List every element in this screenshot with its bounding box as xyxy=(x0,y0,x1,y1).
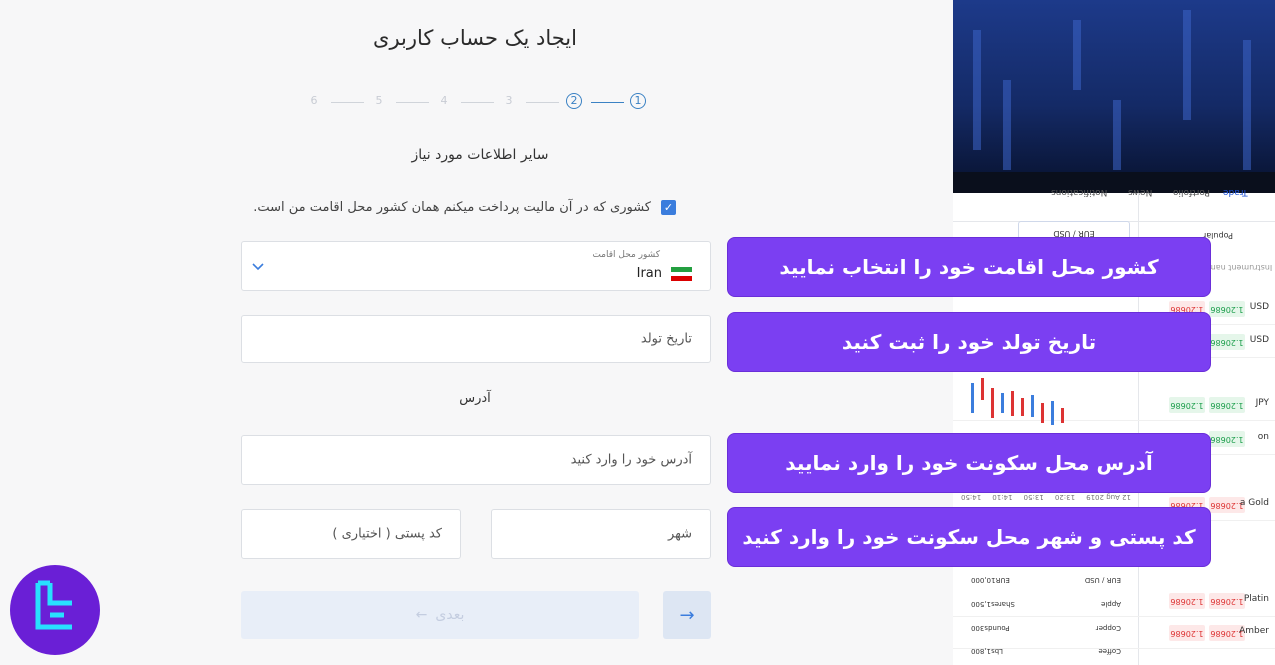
logo-mark-icon xyxy=(35,580,72,630)
iran-flag-icon xyxy=(671,267,692,281)
tab-portfolio: Portfolio xyxy=(1173,187,1211,197)
tax-country-checkbox-row[interactable]: ✓ کشوری که در آن مالیت پرداخت میکنم همان… xyxy=(248,197,676,217)
tab-notifications: Notifications xyxy=(1051,187,1108,197)
back-button[interactable]: → xyxy=(663,591,711,639)
step-5: 5 xyxy=(375,94,383,107)
next-button[interactable]: بعدی ← xyxy=(241,591,639,639)
brand-logo xyxy=(10,565,100,655)
country-value: Iran xyxy=(636,266,662,281)
tab-trade: Trade xyxy=(1223,187,1248,197)
search-placeholder: Instrument name xyxy=(1203,263,1273,272)
tax-country-label: کشوری که در آن مالیت پرداخت میکنم همان ک… xyxy=(253,199,651,215)
tab-news: News xyxy=(1128,187,1153,197)
asset-list: EUR / USD EUR10,000 Apple Shares1,500 Co… xyxy=(971,576,1121,655)
step-connector xyxy=(461,102,494,103)
next-label: بعدی xyxy=(435,607,465,623)
address-placeholder: آدرس خود را وارد کنید xyxy=(570,452,692,468)
step-connector xyxy=(526,102,559,103)
step-1[interactable]: 1 xyxy=(630,93,646,109)
country-label: کشور محل اقامت xyxy=(592,250,660,260)
address-input[interactable]: آدرس خود را وارد کنید xyxy=(241,435,711,485)
address-heading: آدرس xyxy=(459,391,491,406)
postal-placeholder: کد پستی ( اختیاری ) xyxy=(332,526,442,542)
stepper: 1 2 3 4 5 6 xyxy=(300,93,660,113)
postal-code-input[interactable]: کد پستی ( اختیاری ) xyxy=(241,509,461,559)
chart-time-axis: 12 Aug 2019 13:20 13:50 14:10 14:50 xyxy=(961,493,1131,501)
city-placeholder: شهر xyxy=(667,526,692,542)
city-input[interactable]: شهر xyxy=(491,509,711,559)
arrow-left-icon: ← xyxy=(415,607,428,623)
step-connector xyxy=(591,102,624,103)
tax-country-checkbox[interactable]: ✓ xyxy=(661,199,676,215)
section-subtitle: سایر اطلاعات مورد نیاز xyxy=(411,147,549,163)
banner-country: کشور محل اقامت خود را انتخاب نمایید xyxy=(727,237,1211,297)
step-connector xyxy=(331,102,364,103)
step-6: 6 xyxy=(310,94,318,107)
banner-address: آدرس محل سکونت خود را وارد نمایید xyxy=(727,433,1211,493)
step-3: 3 xyxy=(505,94,513,107)
banner-birthdate: تاریخ تولد خود را ثبت کنید xyxy=(727,312,1211,372)
birthdate-input[interactable]: تاریخ تولد xyxy=(241,315,711,363)
banner-postal-city: کد پستی و شهر محل سکونت خود را وارد کنید xyxy=(727,507,1211,567)
chevron-down-icon[interactable] xyxy=(252,260,264,275)
arrow-right-icon: → xyxy=(679,604,695,626)
step-2[interactable]: 2 xyxy=(566,93,582,109)
country-select[interactable]: کشور محل اقامت Iran xyxy=(241,241,711,291)
platform-tabs: Trade Portfolio News Notifications xyxy=(953,187,1275,222)
page-title: ایجاد یک حساب کاربری xyxy=(373,26,577,50)
birthdate-placeholder: تاریخ تولد xyxy=(640,331,692,347)
step-connector xyxy=(396,102,429,103)
chart-background xyxy=(953,0,1275,175)
step-4: 4 xyxy=(440,94,448,107)
